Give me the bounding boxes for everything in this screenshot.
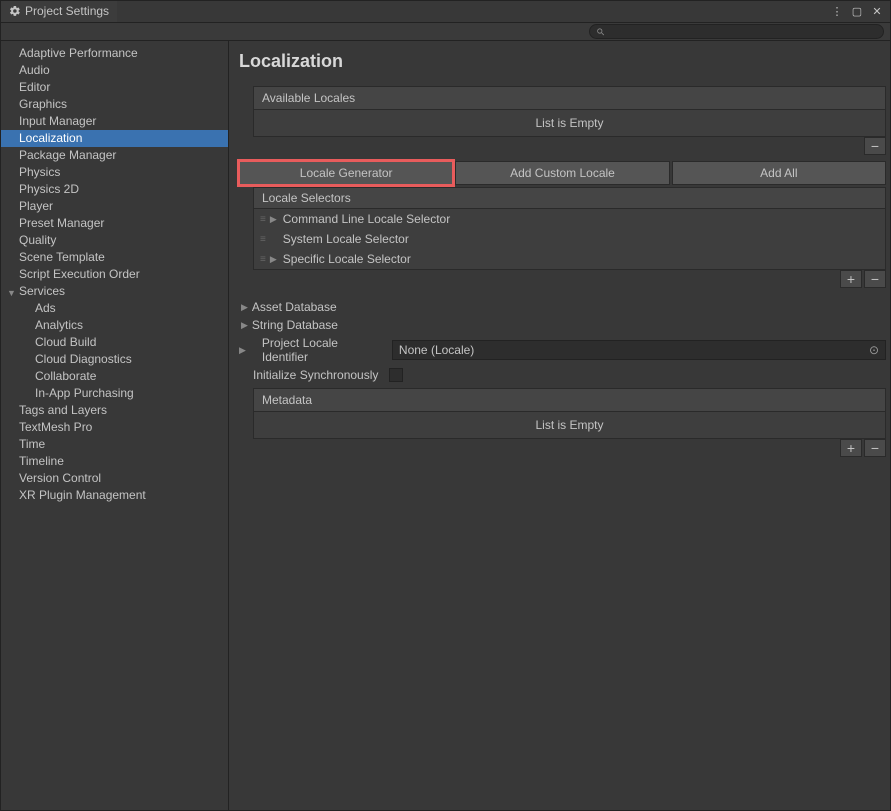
sidebar-item-physics[interactable]: Physics [1, 164, 228, 181]
sidebar-item-script-execution-order[interactable]: Script Execution Order [1, 266, 228, 283]
sidebar-item-cloud-diagnostics[interactable]: Cloud Diagnostics [1, 351, 228, 368]
window-tab[interactable]: Project Settings [1, 1, 117, 23]
selector-specific-locale[interactable]: ≡ ▶ Specific Locale Selector [253, 249, 886, 270]
add-all-button[interactable]: Add All [672, 161, 886, 185]
menu-icon[interactable]: ⋮ [830, 5, 844, 19]
available-locales-list: List is Empty [253, 110, 886, 137]
search-icon [596, 27, 606, 37]
selector-system-locale[interactable]: ≡ ▶ System Locale Selector [253, 229, 886, 249]
sidebar-item-version-control[interactable]: Version Control [1, 470, 228, 487]
sidebar-item-in-app-purchasing[interactable]: In-App Purchasing [1, 385, 228, 402]
sidebar-item-cloud-build[interactable]: Cloud Build [1, 334, 228, 351]
string-database-foldout[interactable]: ▶ String Database [239, 316, 886, 334]
available-locales-header: Available Locales [253, 86, 886, 110]
main-panel: Localization Available Locales List is E… [229, 41, 890, 810]
initialize-synchronously-checkbox[interactable] [389, 368, 403, 382]
maximize-icon[interactable]: ▢ [850, 5, 864, 19]
chevron-right-icon[interactable]: ▶ [239, 345, 246, 356]
available-locales-remove-button[interactable]: − [864, 137, 886, 155]
locale-selectors-header: Locale Selectors [253, 187, 886, 209]
metadata-remove-button[interactable]: − [864, 439, 886, 457]
sidebar-item-preset-manager[interactable]: Preset Manager [1, 215, 228, 232]
sidebar-item-physics-2d[interactable]: Physics 2D [1, 181, 228, 198]
sidebar-item-ads[interactable]: Ads [1, 300, 228, 317]
sidebar-item-services[interactable]: ▼Services [1, 283, 228, 300]
gear-icon [9, 5, 21, 17]
sidebar-item-collaborate[interactable]: Collaborate [1, 368, 228, 385]
metadata-add-button[interactable]: + [840, 439, 862, 457]
search-row [1, 23, 890, 41]
sidebar-item-graphics[interactable]: Graphics [1, 96, 228, 113]
metadata-header: Metadata [253, 388, 886, 412]
sidebar-item-tags-and-layers[interactable]: Tags and Layers [1, 402, 228, 419]
sidebar-item-quality[interactable]: Quality [1, 232, 228, 249]
initialize-synchronously-label: Initialize Synchronously [243, 368, 383, 382]
search-field[interactable] [610, 26, 877, 38]
sidebar-item-time[interactable]: Time [1, 436, 228, 453]
drag-handle-icon[interactable]: ≡ [260, 234, 264, 245]
sidebar-item-audio[interactable]: Audio [1, 62, 228, 79]
sidebar-item-analytics[interactable]: Analytics [1, 317, 228, 334]
locale-generator-button[interactable]: Locale Generator [239, 161, 453, 185]
sidebar-item-localization[interactable]: Localization [1, 130, 228, 147]
sidebar-item-scene-template[interactable]: Scene Template [1, 249, 228, 266]
titlebar: Project Settings ⋮ ▢ ✕ [1, 1, 890, 23]
chevron-right-icon[interactable]: ▶ [270, 254, 277, 265]
sidebar-item-player[interactable]: Player [1, 198, 228, 215]
sidebar-item-xr-plugin-management[interactable]: XR Plugin Management [1, 487, 228, 504]
project-locale-identifier-field[interactable]: None (Locale) ⊙ [392, 340, 886, 360]
asset-database-foldout[interactable]: ▶ Asset Database [239, 298, 886, 316]
project-locale-identifier-label: Project Locale Identifier [252, 336, 386, 364]
sidebar-item-adaptive-performance[interactable]: Adaptive Performance [1, 45, 228, 62]
drag-handle-icon[interactable]: ≡ [260, 254, 264, 265]
close-icon[interactable]: ✕ [870, 5, 884, 19]
add-custom-locale-button[interactable]: Add Custom Locale [455, 161, 669, 185]
selectors-remove-button[interactable]: − [864, 270, 886, 288]
page-title: Localization [239, 51, 886, 72]
metadata-list: List is Empty [253, 412, 886, 439]
chevron-right-icon[interactable]: ▶ [270, 214, 277, 225]
object-picker-icon[interactable]: ⊙ [869, 343, 879, 357]
chevron-right-icon: ▶ [241, 320, 248, 331]
sidebar-item-timeline[interactable]: Timeline [1, 453, 228, 470]
sidebar-item-package-manager[interactable]: Package Manager [1, 147, 228, 164]
chevron-right-icon: ▶ [241, 302, 248, 313]
window-title: Project Settings [25, 4, 109, 18]
sidebar-item-input-manager[interactable]: Input Manager [1, 113, 228, 130]
selector-command-line[interactable]: ≡ ▶ Command Line Locale Selector [253, 209, 886, 229]
search-input[interactable] [589, 24, 884, 39]
sidebar-item-editor[interactable]: Editor [1, 79, 228, 96]
chevron-down-icon: ▼ [7, 286, 16, 301]
sidebar-item-textmesh-pro[interactable]: TextMesh Pro [1, 419, 228, 436]
drag-handle-icon[interactable]: ≡ [260, 214, 264, 225]
sidebar: Adaptive Performance Audio Editor Graphi… [1, 41, 229, 810]
selectors-add-button[interactable]: + [840, 270, 862, 288]
